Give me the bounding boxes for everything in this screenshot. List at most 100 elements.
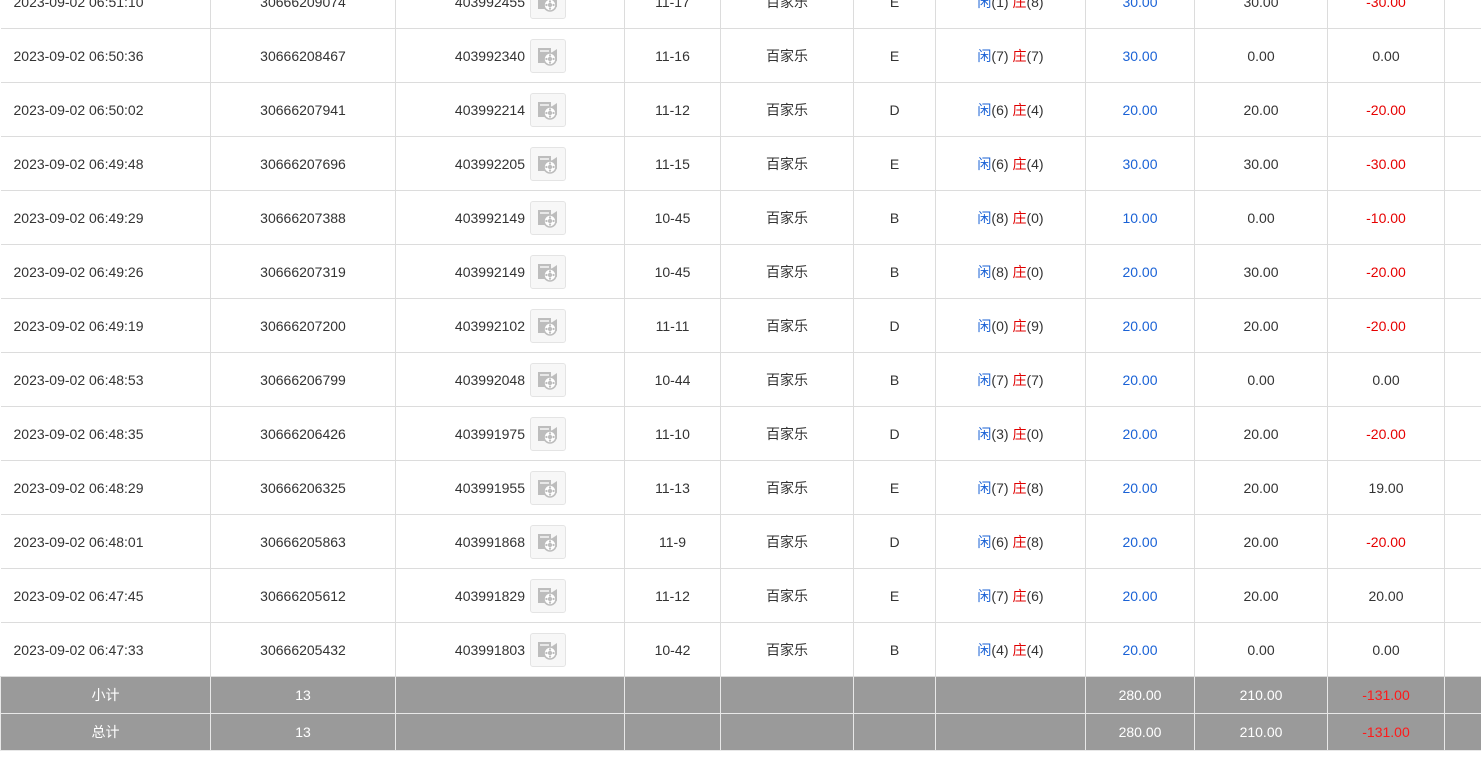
video-replay-icon[interactable] (530, 0, 566, 19)
video-replay-icon[interactable] (530, 308, 566, 343)
game-type: 百家乐 (766, 0, 808, 10)
valid-bet-cell: 30.00 (1194, 244, 1328, 299)
shoe-cell: 11-16 (624, 28, 721, 83)
result-cell: 闲(7) 庄(8) (935, 460, 1086, 515)
bet-id-cell: 30666207200 (210, 298, 396, 353)
game-type: 百家乐 (766, 47, 808, 64)
bet-id: 30666207319 (260, 263, 346, 280)
round-number: 403992048 (454, 371, 525, 388)
video-replay-icon[interactable] (530, 524, 566, 559)
total-row: 总计 13 280.00 210.00 -131.00 (0, 713, 1481, 751)
table-code: E (889, 47, 900, 64)
valid-bet-cell: 30.00 (1194, 0, 1328, 29)
extra-cell (1444, 514, 1481, 569)
empty-cell (853, 713, 936, 751)
shoe-number: 10-42 (654, 641, 691, 658)
round-number: 403991803 (454, 641, 525, 658)
player-score: (8) (991, 263, 1009, 280)
bet-time: 2023-09-02 06:49:48 (13, 155, 144, 172)
bet-amount: 20.00 (1122, 425, 1158, 442)
video-replay-icon[interactable] (530, 470, 566, 505)
player-score: (3) (991, 425, 1009, 442)
round-number: 403992455 (454, 0, 525, 10)
empty-cell (624, 676, 721, 714)
game-cell: 百家乐 (720, 190, 854, 245)
table-cell: E (853, 0, 936, 29)
bet-time: 2023-09-02 06:48:29 (13, 479, 144, 496)
shoe-number: 11-12 (655, 101, 690, 118)
game-cell: 百家乐 (720, 460, 854, 515)
extra-cell (1444, 568, 1481, 623)
bet-time-cell: 2023-09-02 06:48:35 (0, 406, 211, 461)
banker-label: 庄 (1012, 47, 1027, 64)
bet-time: 2023-09-02 06:50:36 (13, 47, 144, 64)
player-score: (6) (991, 101, 1009, 118)
win-loss-amount: 0.00 (1372, 47, 1400, 64)
player-label: 闲 (977, 101, 992, 118)
bet-id: 30666205432 (260, 641, 346, 658)
bet-id-cell: 30666208467 (210, 28, 396, 83)
video-replay-icon[interactable] (530, 632, 566, 667)
bet-id-cell: 30666206426 (210, 406, 396, 461)
valid-bet-amount: 0.00 (1247, 47, 1275, 64)
result-cell: 闲(6) 庄(4) (935, 136, 1086, 191)
extra-cell (1444, 244, 1481, 299)
valid-bet-amount: 20.00 (1243, 101, 1279, 118)
table-code: B (889, 263, 900, 280)
round-number: 403992340 (454, 47, 525, 64)
valid-bet-amount: 20.00 (1243, 425, 1279, 442)
bet-id: 30666207200 (260, 317, 346, 334)
win-loss-amount: -10.00 (1366, 209, 1406, 226)
bet-time: 2023-09-02 06:49:19 (13, 317, 144, 334)
video-replay-icon[interactable] (530, 38, 566, 73)
player-label: 闲 (977, 533, 992, 550)
shoe-cell: 11-12 (624, 82, 721, 137)
bet-id-cell: 30666207319 (210, 244, 396, 299)
table-code: D (889, 101, 900, 118)
bet-id: 30666206426 (260, 425, 346, 442)
shoe-number: 11-15 (655, 155, 690, 172)
bet-time: 2023-09-02 06:50:02 (13, 101, 144, 118)
video-replay-icon[interactable] (530, 254, 566, 289)
valid-bet-cell: 20.00 (1194, 514, 1328, 569)
bet-amount-cell: 20.00 (1085, 82, 1195, 137)
player-score: (6) (991, 155, 1009, 172)
subtotal-label-cell: 小计 (0, 676, 211, 714)
bet-time: 2023-09-02 06:49:26 (13, 263, 144, 280)
bet-id: 30666209074 (260, 0, 346, 10)
result-cell: 闲(7) 庄(6) (935, 568, 1086, 623)
extra-cell (1444, 82, 1481, 137)
result-cell: 闲(1) 庄(8) (935, 0, 1086, 29)
extra-cell (1444, 0, 1481, 29)
video-replay-icon[interactable] (530, 416, 566, 451)
table-row: 2023-09-02 06:50:36 30666208467 40399234… (0, 28, 1481, 83)
banker-score: (4) (1026, 101, 1044, 118)
extra-cell (1444, 190, 1481, 245)
shoe-cell: 10-45 (624, 190, 721, 245)
win-loss-cell: -20.00 (1327, 514, 1445, 569)
bet-amount: 20.00 (1122, 641, 1158, 658)
video-replay-icon[interactable] (530, 146, 566, 181)
player-label: 闲 (977, 155, 992, 172)
video-replay-icon[interactable] (530, 92, 566, 127)
bet-amount: 30.00 (1122, 0, 1158, 10)
result-cell: 闲(8) 庄(0) (935, 190, 1086, 245)
bet-amount: 30.00 (1122, 47, 1158, 64)
table-code: D (889, 533, 900, 550)
table-row: 2023-09-02 06:49:29 30666207388 40399214… (0, 190, 1481, 245)
banker-label: 庄 (1012, 0, 1027, 10)
player-label: 闲 (977, 317, 992, 334)
round-cell: 403992214 (395, 82, 625, 137)
win-loss-amount: 0.00 (1372, 371, 1400, 388)
bet-amount-cell: 20.00 (1085, 406, 1195, 461)
video-replay-icon[interactable] (530, 362, 566, 397)
video-replay-icon[interactable] (530, 578, 566, 613)
empty-cell (1444, 713, 1481, 751)
win-loss-cell: 0.00 (1327, 352, 1445, 407)
video-replay-icon[interactable] (530, 200, 566, 235)
bet-id-cell: 30666206325 (210, 460, 396, 515)
game-cell: 百家乐 (720, 244, 854, 299)
valid-bet-amount: 30.00 (1243, 0, 1279, 10)
win-loss-cell: -20.00 (1327, 406, 1445, 461)
table-cell: B (853, 622, 936, 677)
